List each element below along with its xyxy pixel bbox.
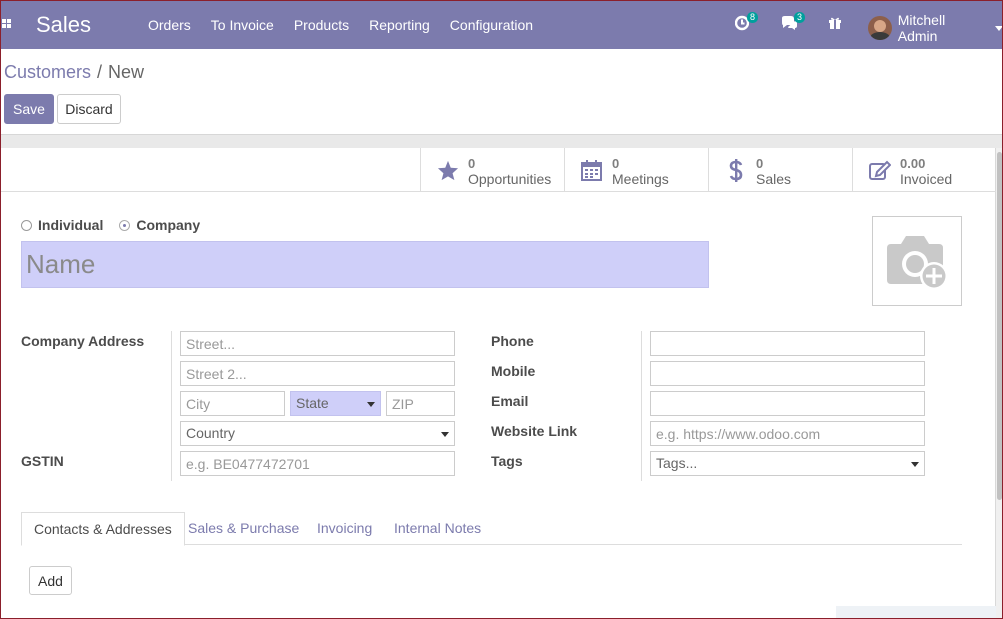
mobile-label: Mobile [491,363,536,379]
tags-label: Tags [491,453,523,469]
company-type-selector: Individual Company [21,217,200,233]
gstin-label: GSTIN [21,453,64,469]
tags-select[interactable]: Tags... [650,451,925,476]
meetings-label: Meetings [612,171,669,187]
invoiced-amount: 0.00 [900,156,926,171]
notebook-tabs: Contacts & Addresses Sales & Purchase In… [21,512,962,546]
faded-overlay [836,606,996,619]
user-name: Mitchell Admin [897,12,946,44]
breadcrumb-current: New [108,62,145,82]
state-placeholder: State [296,395,329,411]
tab-contacts-addresses[interactable]: Contacts & Addresses [21,512,185,546]
dollar-icon [729,159,743,182]
discard-button[interactable]: Discard [57,94,121,124]
menu-item-products[interactable]: Products [294,17,349,33]
street2-input[interactable] [180,361,455,386]
gift-button[interactable] [828,16,842,33]
tab-internal-notes[interactable]: Internal Notes [394,512,481,545]
sheet-divider [0,191,420,192]
sales-count: 0 [756,156,764,171]
right-group-divider [641,331,642,481]
country-select[interactable]: Country [180,421,455,446]
company-address-label: Company Address [21,333,145,349]
company-radio[interactable] [119,219,131,231]
website-input[interactable] [650,421,925,446]
state-select[interactable]: State [290,391,381,416]
menu-item-orders[interactable]: Orders [148,17,191,33]
top-navbar: Sales Orders To Invoice Products Reporti… [0,0,1003,49]
caret-down-icon [441,432,449,437]
messages-button[interactable]: 3 [780,12,806,34]
activity-button[interactable]: 8 [734,12,759,34]
individual-radio[interactable] [21,219,32,231]
zip-input[interactable] [386,391,455,416]
caret-down-icon [367,402,375,407]
meetings-button[interactable]: 0 Meetings [564,148,708,192]
gift-icon [829,17,841,29]
camera-add-icon [887,236,948,290]
breadcrumb: Customers / New [4,62,144,83]
calendar-icon [581,160,602,181]
company-label[interactable]: Company [136,217,200,233]
tab-sales-purchase[interactable]: Sales & Purchase [188,512,299,545]
caret-down-icon [911,462,919,467]
opportunities-count: 0 [468,156,476,171]
country-placeholder: Country [186,425,236,441]
opportunities-button[interactable]: 0 Opportunities [420,148,564,192]
menu-item-to-invoice[interactable]: To Invoice [211,17,274,33]
caret-down-icon [995,25,1003,31]
user-menu[interactable]: Mitchell Admin [868,12,1003,44]
tags-placeholder: Tags... [656,455,698,471]
tab-invoicing[interactable]: Invoicing [317,512,372,545]
star-icon [437,160,459,181]
sales-button[interactable]: 0 Sales [708,148,852,192]
menu-item-reporting[interactable]: Reporting [369,17,430,33]
form-sheet: 0 Opportunities 0 Meetings 0 Sales 0.00 … [0,148,996,619]
left-group-divider [171,331,172,481]
phone-input[interactable] [650,331,925,356]
activity-badge: 8 [747,12,759,23]
menu-item-configuration[interactable]: Configuration [450,17,533,33]
avatar [868,16,892,40]
opportunities-label: Opportunities [468,171,552,187]
mobile-input[interactable] [650,361,925,386]
name-input[interactable] [21,241,709,288]
apps-menu-icon[interactable] [2,19,11,28]
email-label: Email [491,393,529,409]
smart-button-box: 0 Opportunities 0 Meetings 0 Sales 0.00 … [420,148,996,192]
website-label: Website Link [491,423,578,439]
phone-label: Phone [491,333,534,349]
city-input[interactable] [180,391,285,416]
main-menu: Orders To Invoice Products Reporting Con… [148,17,553,33]
control-panel-divider [0,134,1003,148]
image-upload[interactable] [872,216,962,306]
scrollbar-thumb[interactable] [997,152,1002,500]
breadcrumb-separator: / [97,62,103,82]
save-button[interactable]: Save [4,94,54,124]
messages-badge: 3 [794,12,806,23]
app-brand[interactable]: Sales [36,12,91,38]
edit-icon [869,160,891,180]
email-input[interactable] [650,391,925,416]
invoiced-label: Invoiced [900,171,953,187]
meetings-count: 0 [612,156,620,171]
individual-label[interactable]: Individual [38,217,103,233]
breadcrumb-customers[interactable]: Customers [4,62,91,82]
sales-label: Sales [756,171,792,187]
invoiced-button[interactable]: 0.00 Invoiced [852,148,996,192]
add-contact-button[interactable]: Add [29,566,72,595]
gstin-input[interactable] [180,451,455,476]
street-input[interactable] [180,331,455,356]
